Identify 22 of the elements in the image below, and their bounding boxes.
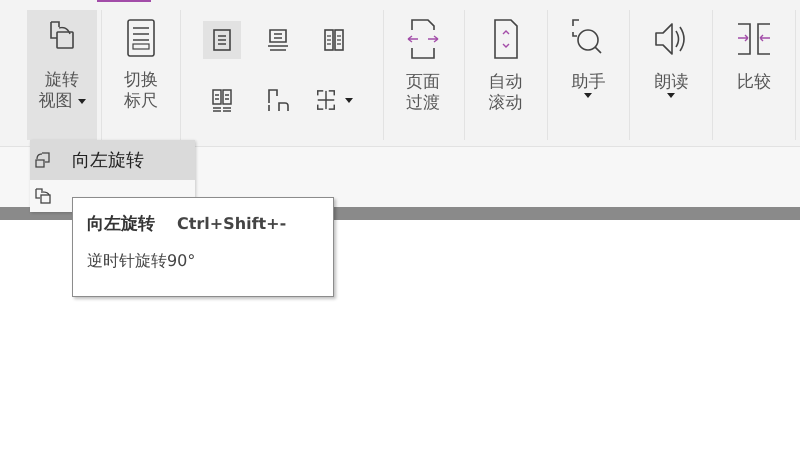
shortcut-text: Ctrl+Shift+-: [177, 214, 286, 233]
ribbon-button[interactable]: 旋转 视图: [27, 10, 97, 140]
page-layout-icon: [210, 87, 234, 113]
ribbon-button[interactable]: 助手: [552, 10, 626, 140]
ribbon-button[interactable]: 切换 标尺: [106, 10, 176, 140]
ribbon-button[interactable]: 页面 过渡: [386, 10, 460, 140]
page-layout-icon: [266, 27, 290, 53]
cover-page-icon: [266, 87, 290, 113]
rotate-left-icon: [34, 151, 52, 169]
page-layout-icon: [210, 27, 234, 53]
ruler-page-icon: [124, 16, 158, 60]
split-view-icon: [315, 87, 337, 113]
ribbon-button[interactable]: 朗读: [634, 10, 708, 140]
menu-item[interactable]: 向左旋转: [30, 140, 195, 180]
tab-indicator: [97, 0, 151, 2]
rotate-right-icon: [34, 187, 52, 205]
ribbon-button[interactable]: 自动 滚动: [468, 10, 543, 140]
page-layout-icon: [322, 27, 346, 53]
tooltip-title: 向左旋转: [87, 213, 155, 235]
tooltip-description: 逆时针旋转90°: [87, 251, 196, 272]
layout-button[interactable]: [203, 21, 241, 59]
ribbon-button[interactable]: 比较: [717, 10, 791, 140]
